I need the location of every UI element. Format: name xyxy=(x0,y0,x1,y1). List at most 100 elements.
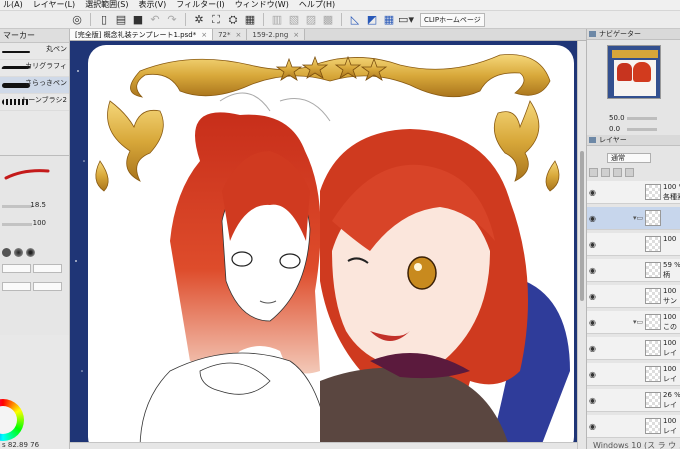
eye-icon[interactable]: ◉ xyxy=(589,292,596,301)
menu-view[interactable]: 表示(V) xyxy=(136,0,174,10)
horizontal-scrollbar[interactable] xyxy=(70,442,577,449)
layer-name: 柄 xyxy=(663,271,670,279)
brush-tip-option[interactable] xyxy=(26,248,35,257)
layer-row[interactable]: ◉ ▾▭ xyxy=(587,207,680,230)
layer-opacity: 100 % xyxy=(663,183,680,191)
new-file-icon[interactable]: ▯ xyxy=(97,13,111,27)
layer-row[interactable]: ◉ 100 サン xyxy=(587,285,680,308)
transform-icon[interactable]: ⛶ xyxy=(209,13,223,27)
zoom-slider[interactable] xyxy=(627,117,657,120)
layer-row[interactable]: ◉ 100 xyxy=(587,233,680,256)
stroke-preview xyxy=(4,169,50,180)
eye-icon[interactable]: ◉ xyxy=(589,240,596,249)
brush-tip-shapes[interactable] xyxy=(2,248,35,257)
loading-icon[interactable]: ✲ xyxy=(192,13,206,27)
close-icon[interactable]: × xyxy=(236,31,242,39)
eye-icon[interactable]: ◉ xyxy=(589,370,596,379)
close-icon[interactable]: × xyxy=(293,31,299,39)
eye-icon[interactable]: ◉ xyxy=(589,344,596,353)
eye-icon[interactable]: ◉ xyxy=(589,214,596,223)
eye-icon[interactable]: ◉ xyxy=(589,266,596,275)
layer-row[interactable]: ◉ 100 レイ xyxy=(587,363,680,386)
layer-panel-header: レイヤー xyxy=(587,135,680,146)
brush-item[interactable]: カリグラフィ xyxy=(0,60,69,77)
eye-icon[interactable]: ◉ xyxy=(589,396,596,405)
drawing-canvas[interactable] xyxy=(70,41,586,449)
grid-icon[interactable]: ▧ xyxy=(287,13,301,27)
density-slider[interactable] xyxy=(2,223,32,226)
tab-document-3[interactable]: 159-2.png × xyxy=(247,29,306,40)
brush-item[interactable]: トーンブラシ2 xyxy=(0,94,69,111)
layer-thumbnail xyxy=(645,392,661,408)
menu-layer[interactable]: レイヤー(L) xyxy=(30,0,82,10)
brush-size-row[interactable]: 18.5 xyxy=(0,200,69,212)
folder-icon[interactable]: ▾▭ xyxy=(633,214,643,222)
layer-opacity: 100 xyxy=(663,313,677,321)
layer-tool-icon[interactable] xyxy=(625,168,634,177)
snap-grid-icon[interactable]: ▦ xyxy=(382,13,396,27)
eye-icon[interactable]: ◎ xyxy=(70,13,84,27)
layer-opacity: 100 xyxy=(663,287,677,295)
snap-icon[interactable]: ▥ xyxy=(270,13,284,27)
layer-row[interactable]: ◉ 100 レイ xyxy=(587,337,680,360)
size-slider[interactable] xyxy=(2,205,32,208)
folder-icon[interactable]: ▾▭ xyxy=(633,318,643,326)
menu-selection[interactable]: 選択範囲(S) xyxy=(82,0,135,10)
layer-row[interactable]: ◉ ▾▭ 100 この xyxy=(587,311,680,334)
layer-opacity: 100 xyxy=(663,365,677,373)
eye-icon[interactable]: ◉ xyxy=(589,422,596,431)
navigator-angle-row[interactable]: 0.0 xyxy=(609,125,679,134)
navigator-zoom-row[interactable]: 50.0 xyxy=(609,114,679,123)
document-tabs: [完全版] 概念礼装テンプレート1.psd* × 72* × 159-2.png × xyxy=(70,29,586,41)
layer-row[interactable]: ◉ 26 % レイ xyxy=(587,389,680,412)
brush-tip-option[interactable] xyxy=(14,248,23,257)
open-file-icon[interactable]: ▤ xyxy=(114,13,128,27)
brush-label: 丸ペン xyxy=(46,45,67,53)
color-wheel[interactable] xyxy=(0,399,24,441)
guide-icon[interactable]: ▩ xyxy=(321,13,335,27)
clear-selection-icon[interactable]: ⛭ xyxy=(226,13,240,27)
ruler-icon[interactable]: ▨ xyxy=(304,13,318,27)
property-input-row[interactable] xyxy=(2,282,62,291)
divider xyxy=(263,13,264,26)
brush-item[interactable]: さらっきペン xyxy=(0,77,69,94)
menu-help[interactable]: ヘルプ(H) xyxy=(296,0,342,10)
eye-icon[interactable]: ◉ xyxy=(589,318,596,327)
blend-mode-select[interactable]: 通常 xyxy=(607,153,651,163)
eye-icon[interactable]: ◉ xyxy=(589,188,596,197)
layer-tool-icon[interactable] xyxy=(589,168,598,177)
fill-icon[interactable]: ▦ xyxy=(243,13,257,27)
tab-document-1[interactable]: [完全版] 概念礼装テンプレート1.psd* × xyxy=(70,29,214,40)
brush-density-row[interactable]: 100 xyxy=(0,218,69,230)
property-input-row[interactable] xyxy=(2,264,62,273)
snap-special-icon[interactable]: ◩ xyxy=(365,13,379,27)
layer-opacity: 59 % xyxy=(663,261,680,269)
clip-home-button[interactable]: CLIPホームページ xyxy=(420,12,485,27)
navigator-thumbnail[interactable] xyxy=(607,45,661,99)
redo-icon[interactable]: ↷ xyxy=(165,13,179,27)
layer-tool-icon[interactable] xyxy=(613,168,622,177)
tab-document-2[interactable]: 72* × xyxy=(213,29,248,40)
settings-dropdown-icon[interactable]: ▭▾ xyxy=(398,13,414,27)
snap-ruler-icon[interactable]: ◺ xyxy=(348,13,362,27)
close-icon[interactable]: × xyxy=(201,31,207,39)
layer-row[interactable]: ◉ 100 レイ xyxy=(587,415,680,438)
layer-name: レイ xyxy=(663,401,677,409)
layer-name: レイ xyxy=(663,427,677,435)
layer-thumbnail xyxy=(645,366,661,382)
vertical-scrollbar[interactable] xyxy=(577,41,586,449)
menu-window[interactable]: ウィンドウ(W) xyxy=(232,0,296,10)
angle-slider[interactable] xyxy=(627,128,657,131)
layer-row[interactable]: ◉ 59 % 柄 xyxy=(587,259,680,282)
layer-thumbnail xyxy=(645,236,661,252)
layer-row[interactable]: ◉ 100 % 各種素 xyxy=(587,181,680,204)
brush-item[interactable]: 丸ペン xyxy=(0,43,69,60)
undo-icon[interactable]: ↶ xyxy=(148,13,162,27)
layer-opacity: 26 % xyxy=(663,391,680,399)
save-icon[interactable]: ■ xyxy=(131,13,145,27)
brush-density-value: 100 xyxy=(32,219,46,227)
layer-tool-icon[interactable] xyxy=(601,168,610,177)
menu-animation[interactable]: ル(A) xyxy=(0,0,30,10)
menu-filter[interactable]: フィルター(I) xyxy=(173,0,231,10)
brush-tip-option[interactable] xyxy=(2,248,11,257)
